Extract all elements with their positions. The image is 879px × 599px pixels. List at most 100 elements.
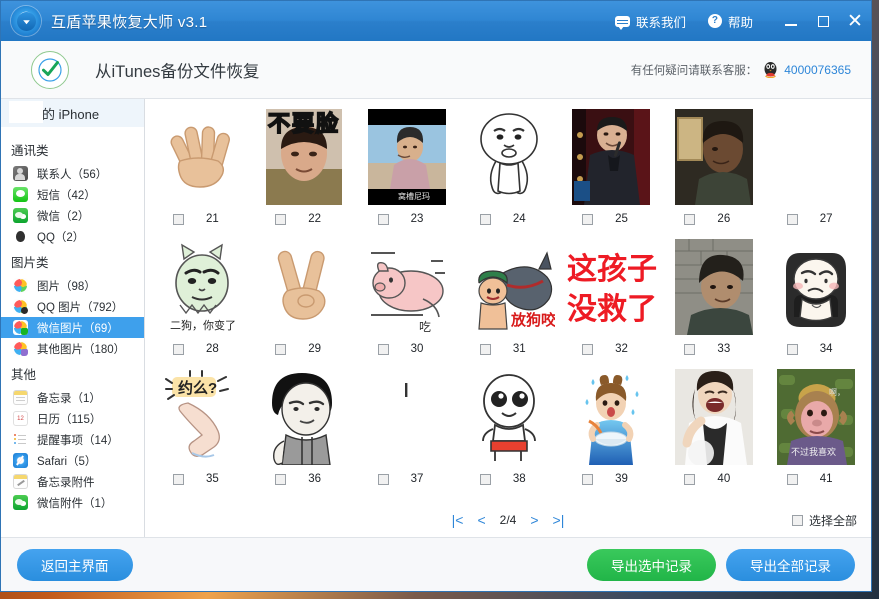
thumbnail-checkbox[interactable] (479, 473, 491, 485)
thumbnail-image-meme-leg-yueme[interactable]: 约么? (151, 365, 253, 468)
maximize-button[interactable] (807, 1, 839, 41)
thumbnail-image-text-red-meme[interactable]: 这孩子 没救了 (560, 235, 662, 338)
thumbnail-checkbox[interactable] (173, 473, 184, 485)
thumbnail-cell[interactable]: 24 (458, 105, 560, 235)
thumbnail-image-photo-man-wall[interactable] (662, 235, 764, 338)
thumbnail-checkbox[interactable] (173, 213, 184, 225)
thumbnail-checkbox[interactable] (786, 213, 798, 225)
sidebar-item-contacts[interactable]: 联系人（56） (1, 163, 144, 184)
select-all-control[interactable]: 选择全部 (791, 512, 857, 529)
thumbnail-image-photo-monkey[interactable]: 不过我喜欢 啊， (765, 365, 867, 468)
thumbnail-cell[interactable]: 约么? 35 (151, 365, 253, 495)
select-all-checkbox[interactable] (791, 514, 803, 526)
thumbnail-checkbox[interactable] (479, 213, 491, 225)
contact-us-button[interactable]: 联系我们 (614, 12, 686, 31)
sidebar-item-label: 图片（98） (37, 280, 96, 293)
thumbnail-image-meme-fat-face[interactable] (458, 105, 560, 208)
thumbnail-checkbox[interactable] (786, 473, 798, 485)
thumbnail-checkbox[interactable] (377, 343, 389, 355)
thumbnail-cell[interactable]: 21 (151, 105, 253, 235)
sidebar-item-other-photos[interactable]: 其他图片（180） (1, 338, 144, 359)
sidebar-item-label: Safari（5） (37, 455, 97, 468)
thumbnail-image-meme-green-cat[interactable]: 二狗，你变了 (151, 235, 253, 338)
thumbnail-checkbox[interactable] (275, 213, 287, 225)
thumbnail-cell[interactable]: 这孩子 没救了 32 (560, 235, 662, 365)
thumbnail-image-meme-white-blob[interactable] (458, 365, 560, 468)
thumbnail-checkbox[interactable] (786, 343, 798, 355)
thumbnail-image-meme-pink-pig[interactable]: 吃 (356, 235, 458, 338)
last-page-button[interactable]: >| (553, 512, 565, 528)
thumbnail-cell[interactable]: 27 (765, 105, 867, 235)
thumbnail-image-meme-dog-chase[interactable]: 放狗咬 (458, 235, 560, 338)
thumbnail-image-blank[interactable] (765, 105, 867, 208)
thumbnail-image-meme-sad-blob[interactable] (765, 235, 867, 338)
support-number[interactable]: 4000076365 (784, 63, 851, 77)
thumbnail-cell[interactable]: 40 (662, 365, 764, 495)
thumbnail-cell[interactable]: 不要脸 22 (253, 105, 355, 235)
close-button[interactable]: ✕ (839, 1, 871, 41)
export-selected-button[interactable]: 导出选中记录 (587, 548, 716, 581)
thumbnail-image-photo-girl-laughing[interactable] (662, 365, 764, 468)
thumbnail-cell[interactable]: 38 (458, 365, 560, 495)
thumbnail-cell[interactable]: 25 (560, 105, 662, 235)
export-all-button[interactable]: 导出全部记录 (726, 548, 855, 581)
thumbnail-image-photo-video-still[interactable]: 窝槽尼玛 (356, 105, 458, 208)
sidebar-item-wechat[interactable]: 微信（2） (1, 205, 144, 226)
sidebar-item-qq-photos[interactable]: QQ 图片（792） (1, 296, 144, 317)
thumbnail-checkbox[interactable] (275, 343, 287, 355)
thumbnail-checkbox[interactable] (582, 473, 594, 485)
thumbnail-cell[interactable]: 39 (560, 365, 662, 495)
thumbnail-cell[interactable]: 26 (662, 105, 764, 235)
thumbnail-checkbox[interactable] (684, 213, 696, 225)
thumbnail-index: 26 (717, 213, 731, 225)
thumbnail-cell[interactable]: 放狗咬 31 (458, 235, 560, 365)
thumbnail-image-meme-bowlcut-man[interactable] (253, 365, 355, 468)
thumbnail-cell[interactable]: 窝槽尼玛 23 (356, 105, 458, 235)
sidebar-item-sms[interactable]: 短信（42） (1, 184, 144, 205)
thumbnail-cell[interactable]: 33 (662, 235, 764, 365)
thumbnail-image-photo-girl-bowl[interactable] (560, 365, 662, 468)
thumbnail-cell[interactable]: 34 (765, 235, 867, 365)
sidebar-item-label: 备忘录附件 (37, 476, 95, 489)
thumbnail-image-photo-comedian[interactable] (560, 105, 662, 208)
sidebar-item-notes[interactable]: 备忘录（1） (1, 387, 144, 408)
thumbnail-checkbox[interactable] (275, 473, 287, 485)
thumbnail-cell[interactable]: 不过我喜欢 啊， 41 (765, 365, 867, 495)
minimize-button[interactable] (775, 1, 807, 41)
back-to-main-button[interactable]: 返回主界面 (17, 548, 133, 581)
device-row[interactable]: 的 iPhone (1, 99, 144, 127)
calendar-icon: 12 (13, 411, 28, 426)
thumbnail-cell[interactable]: 36 (253, 365, 355, 495)
thumbnail-checkbox[interactable] (377, 213, 389, 225)
sidebar-item-safari[interactable]: Safari（5） (1, 450, 144, 471)
support-info: 有任何疑问请联系客服： 4000076365 (631, 61, 857, 79)
sidebar-item-reminders[interactable]: 提醒事项（14） (1, 429, 144, 450)
sidebar-item-wechat-photos[interactable]: 微信图片（69） (1, 317, 144, 338)
thumbnail-image-photo-dark-portrait[interactable] (662, 105, 764, 208)
thumbnail-checkbox[interactable] (479, 343, 491, 355)
help-button[interactable]: ? 帮助 (707, 12, 753, 31)
sidebar-item-qq[interactable]: QQ（2） (1, 226, 144, 247)
thumbnail-image-photo-man-crying[interactable]: 不要脸 (253, 105, 355, 208)
next-page-button[interactable]: > (530, 512, 538, 528)
thumbnail-checkbox[interactable] (684, 473, 696, 485)
thumbnail-cell[interactable]: 二狗，你变了 28 (151, 235, 253, 365)
sidebar-item-wechat-attachments[interactable]: 微信附件（1） (1, 492, 144, 513)
thumbnail-image-blank-bar[interactable] (356, 365, 458, 468)
thumbnail-checkbox[interactable] (582, 343, 594, 355)
sidebar-item-note-attachments[interactable]: 备忘录附件 (1, 471, 144, 492)
prev-page-button[interactable]: < (477, 512, 485, 528)
thumbnail-checkbox[interactable] (173, 343, 184, 355)
thumbnail-image-hand-peace[interactable] (253, 235, 355, 338)
thumbnail-cell[interactable]: 37 (356, 365, 458, 495)
thumbnail-checkbox[interactable] (684, 343, 696, 355)
sidebar-item-calendar[interactable]: 12 日历（115） (1, 408, 144, 429)
thumbnail-image-hand-open[interactable] (151, 105, 253, 208)
thumbnail-cell[interactable]: 吃 30 (356, 235, 458, 365)
thumbnail-checkbox[interactable] (582, 213, 594, 225)
thumbnail-checkbox[interactable] (377, 473, 389, 485)
sidebar-item-photos[interactable]: 图片（98） (1, 275, 144, 296)
first-page-button[interactable]: |< (452, 512, 464, 528)
thumbnail-cell[interactable]: 29 (253, 235, 355, 365)
thumbnail-index: 35 (206, 473, 219, 485)
